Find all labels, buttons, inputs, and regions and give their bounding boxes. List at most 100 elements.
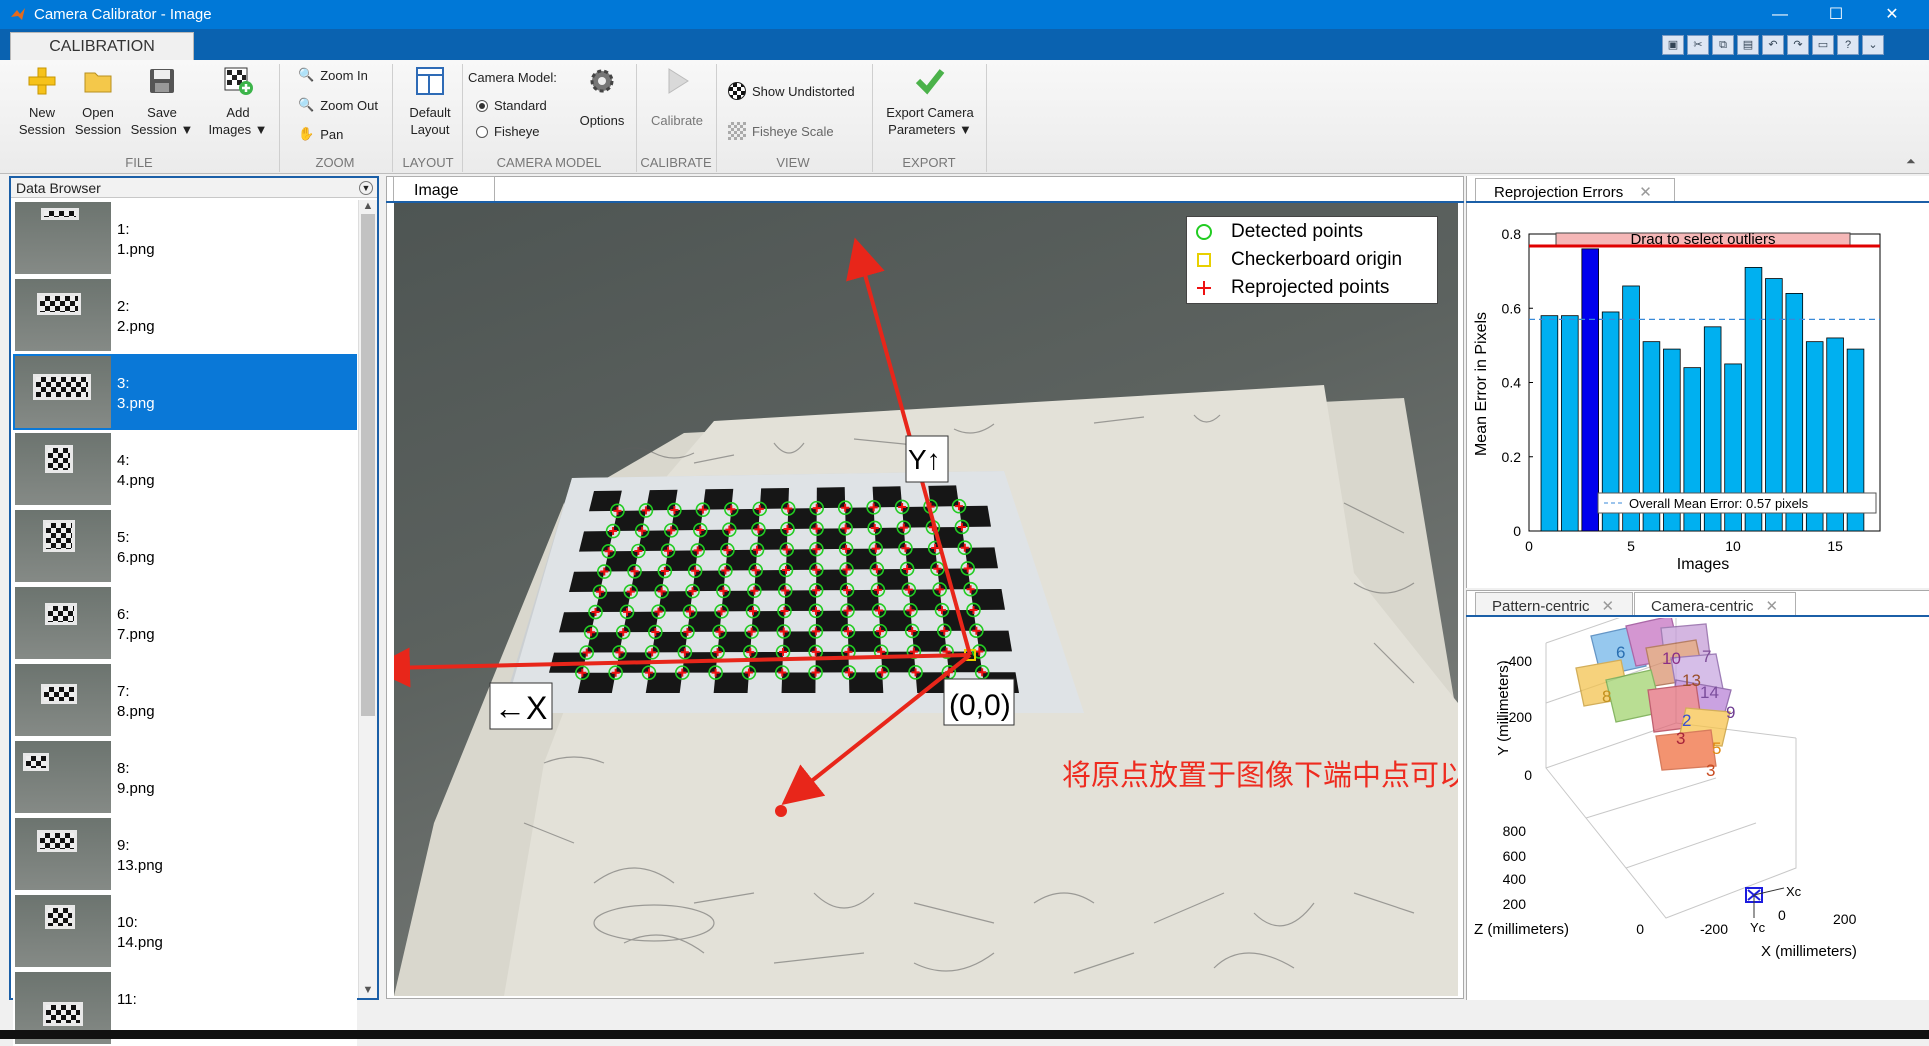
switch-windows-icon[interactable]: ▭ xyxy=(1812,35,1834,55)
tab-camera-centric[interactable]: Camera-centric ✕ xyxy=(1634,592,1796,616)
legend-mean-label: Overall Mean Error: 0.57 pixels xyxy=(1629,496,1809,511)
taskbar-strip xyxy=(0,1030,1929,1039)
redo-icon[interactable]: ↷ xyxy=(1787,35,1809,55)
close-tab-icon[interactable]: ✕ xyxy=(1766,598,1779,615)
checker-square xyxy=(847,589,879,611)
browser-item[interactable]: 10: 14.png xyxy=(13,893,357,969)
calibration-image[interactable]: Y↑ ←X (0,0) 将原点放置于图像下端中点可以更加方便测距 xyxy=(394,203,1458,996)
error-bar[interactable] xyxy=(1540,315,1559,532)
export-camera-parameters-button[interactable]: Export Camera Parameters ▼ xyxy=(878,66,982,138)
close-tab-icon[interactable]: ✕ xyxy=(1602,598,1615,615)
error-bar[interactable] xyxy=(1581,248,1599,532)
fisheye-scale-button[interactable]: Fisheye Scale xyxy=(728,122,834,140)
help-icon[interactable]: ? xyxy=(1837,35,1859,55)
checker-square xyxy=(905,548,938,569)
x-tick-label: 5 xyxy=(1627,538,1635,554)
fisheye-radio[interactable]: Fisheye xyxy=(476,124,540,139)
pan-button[interactable]: ✋ Pan xyxy=(298,126,343,142)
undo-icon[interactable]: ↶ xyxy=(1762,35,1784,55)
thumbnail-checkerboard xyxy=(41,684,77,704)
options-button[interactable]: Options xyxy=(572,66,632,129)
browser-item[interactable]: 3: 3.png xyxy=(13,354,357,430)
svg-text:800: 800 xyxy=(1503,823,1527,839)
checker-square xyxy=(845,507,875,529)
browser-item[interactable]: 5: 6.png xyxy=(13,508,357,584)
x-axis-title: Images xyxy=(1677,556,1729,573)
error-bar[interactable] xyxy=(1744,267,1763,532)
tab-pattern-centric[interactable]: Pattern-centric ✕ xyxy=(1475,592,1633,616)
svg-text:Yc: Yc xyxy=(1750,920,1766,935)
scroll-up-icon[interactable]: ▲ xyxy=(361,200,375,214)
checker-square xyxy=(874,527,906,549)
checker-square xyxy=(757,529,788,550)
thumbnail-checkerboard xyxy=(41,208,79,220)
browser-scrollbar[interactable]: ▲ ▼ xyxy=(358,200,377,998)
browser-item[interactable]: 2: 2.png xyxy=(13,277,357,353)
standard-radio[interactable]: Standard xyxy=(476,98,547,113)
tab-reprojection-errors[interactable]: Reprojection Errors ✕ xyxy=(1475,178,1675,202)
browser-item-label: 9: 13.png xyxy=(117,836,163,876)
copy-icon[interactable]: ⧉ xyxy=(1712,35,1734,55)
item-filename: 1.png xyxy=(117,241,155,258)
zoom-out-button[interactable]: 🔍 Zoom Out xyxy=(298,97,378,113)
fisheye-scale-icon xyxy=(728,122,746,140)
browser-item[interactable]: 9: 13.png xyxy=(13,816,357,892)
yellow-square-icon xyxy=(1197,253,1211,267)
matlab-logo-icon xyxy=(11,8,25,20)
expand-icon[interactable]: ⌄ xyxy=(1862,35,1884,55)
browser-item[interactable]: 1: 1.png xyxy=(13,200,357,276)
show-undistorted-button[interactable]: Show Undistorted xyxy=(728,82,855,100)
cut-icon[interactable]: ✂ xyxy=(1687,35,1709,55)
y-tick-label: 0.6 xyxy=(1502,300,1522,316)
paste-icon[interactable]: ▤ xyxy=(1737,35,1759,55)
thumbnail-checkerboard xyxy=(45,445,73,473)
maximize-button[interactable]: ☐ xyxy=(1808,0,1864,29)
add-images-button[interactable]: Add Images ▼ xyxy=(204,66,272,138)
browser-item[interactable]: 7: 8.png xyxy=(13,662,357,738)
checker-square xyxy=(816,528,847,550)
pan-hand-icon: ✋ xyxy=(298,126,315,141)
save-icon[interactable]: ▣ xyxy=(1662,35,1684,55)
svg-text:0: 0 xyxy=(1524,767,1532,783)
tab-calibration[interactable]: CALIBRATION xyxy=(10,32,194,62)
group-layout: LAYOUT xyxy=(402,155,454,170)
browser-item[interactable]: 6: 7.png xyxy=(13,585,357,661)
new-session-button[interactable]: New Session xyxy=(12,66,72,138)
thumbnail-checkerboard xyxy=(37,830,77,852)
collapse-ribbon-icon[interactable]: ⏶ xyxy=(1906,154,1916,169)
tab-image[interactable]: Image xyxy=(393,176,495,202)
thumbnail-image xyxy=(15,664,111,736)
scroll-down-icon[interactable]: ▼ xyxy=(361,984,375,998)
item-filename: 3.png xyxy=(117,395,155,412)
checker-square xyxy=(759,488,789,509)
thumbnail-checkerboard xyxy=(43,1002,83,1026)
browser-item[interactable]: 8: 9.png xyxy=(13,739,357,815)
item-filename: 2.png xyxy=(117,318,155,335)
ribbon-tab-strip xyxy=(0,29,1929,60)
error-bar[interactable] xyxy=(1561,315,1579,532)
close-tab-icon[interactable]: ✕ xyxy=(1639,184,1652,201)
reprojection-error-chart[interactable]: 00.20.40.60.80 5 10 15 Drag to select outli… xyxy=(1466,204,1929,588)
z-ticks: 800 600 400 200 0 xyxy=(1503,823,1645,937)
svg-text:200: 200 xyxy=(1503,896,1527,912)
close-button[interactable]: ✕ xyxy=(1864,0,1920,29)
item-filename: 4.png xyxy=(117,472,155,489)
checker-square xyxy=(784,590,817,611)
extrinsics-3d-plot[interactable]: -400 -200 0 800 600 400 200 0 -200 0 200… xyxy=(1466,618,1929,998)
svg-text:13: 13 xyxy=(1682,671,1701,690)
calibrate-button[interactable]: Calibrate xyxy=(644,66,710,129)
thumbnail-image xyxy=(15,741,111,813)
minimize-button[interactable]: — xyxy=(1752,0,1808,29)
scroll-thumb[interactable] xyxy=(361,214,375,716)
zoom-in-button[interactable]: 🔍 Zoom In xyxy=(298,67,368,83)
item-filename: 9.png xyxy=(117,780,155,797)
default-layout-button[interactable]: Default Layout xyxy=(398,66,462,138)
chevron-down-icon[interactable]: ▼ xyxy=(359,181,373,195)
open-session-button[interactable]: Open Session xyxy=(68,66,128,138)
save-session-button[interactable]: Save Session ▼ xyxy=(130,66,194,138)
svg-text:400: 400 xyxy=(1503,871,1527,887)
browser-item[interactable]: 4: 4.png xyxy=(13,431,357,507)
svg-text:3: 3 xyxy=(1706,761,1715,780)
thumbnail-image xyxy=(15,202,111,274)
image-canvas: Y↑ ←X (0,0) 将原点放置于图像下端中点可以更加方便测距 xyxy=(394,237,1458,996)
